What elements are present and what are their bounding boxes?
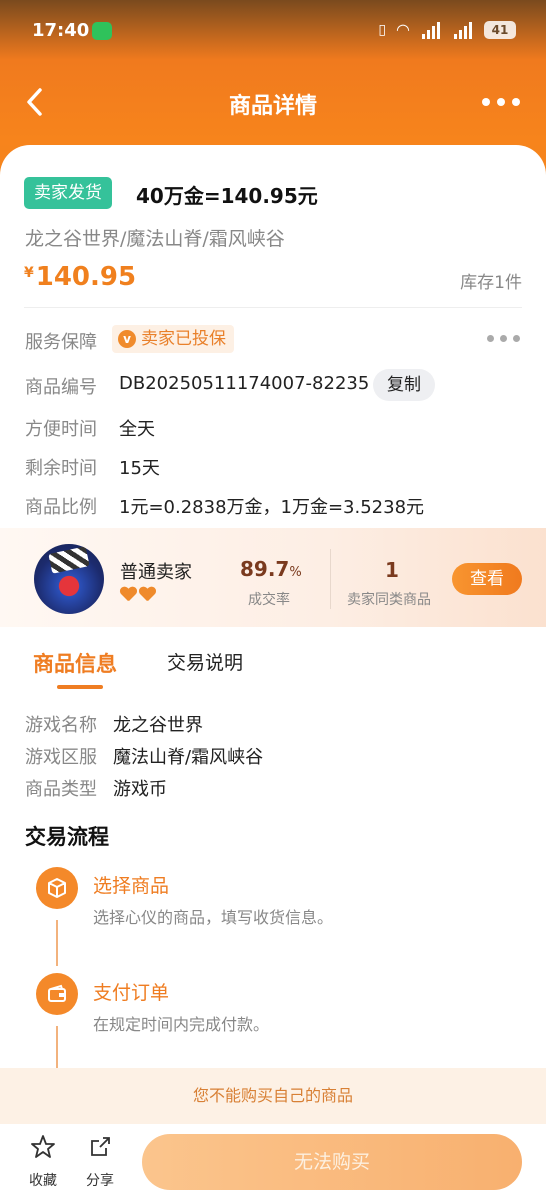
vibrate-icon: ▯ [378, 21, 387, 38]
product-type-value: 游戏币 [113, 779, 167, 800]
stock-count: 库存1件 [460, 273, 522, 293]
divider [24, 307, 522, 308]
product-title: 40万金=140.95元 [136, 184, 318, 208]
product-price: ¥140.95 [24, 262, 136, 292]
same-category-count: 1 [385, 558, 399, 582]
product-subtitle: 龙之谷世界/魔法山脊/霜风峡谷 [25, 228, 285, 250]
signal-icon-2 [452, 21, 474, 39]
price-symbol: ¥ [24, 265, 34, 281]
heart-icon [120, 587, 136, 601]
server-value: 魔法山脊/霜风峡谷 [113, 747, 264, 768]
heart-icon [139, 587, 155, 601]
check-v-icon: v [118, 330, 136, 348]
trade-flow-title: 交易流程 [25, 825, 109, 849]
convenient-time-value: 全天 [119, 419, 155, 440]
wifi-icon: ◠ [396, 20, 410, 39]
box-icon [36, 867, 78, 909]
share-label: 分享 [86, 1173, 114, 1189]
seller-name: 普通卖家 [120, 562, 192, 583]
ratio-value: 1元=0.2838万金，1万金=3.5238元 [119, 497, 425, 518]
game-name-label: 游戏名称 [25, 715, 97, 736]
game-name-value: 龙之谷世界 [113, 715, 203, 736]
step-2-desc: 在规定时间内完成付款。 [93, 1015, 270, 1034]
cannot-buy-notice: 您不能购买自己的商品 [0, 1068, 546, 1124]
star-icon [31, 1135, 55, 1158]
price-value: 140.95 [35, 262, 137, 292]
view-seller-button[interactable]: 查看 [452, 563, 522, 595]
nav-bar: 商品详情 [0, 62, 546, 144]
favorite-label: 收藏 [29, 1173, 57, 1189]
deal-rate-value: 89.7% [240, 557, 302, 581]
status-indicators: ▯ ◠ 41 [378, 20, 516, 39]
seller-level-hearts [120, 587, 155, 601]
tab-product-info[interactable]: 商品信息 [33, 648, 117, 678]
product-id-value: DB20250511174007-82235 [119, 373, 370, 394]
step-connector [56, 1026, 58, 1068]
deal-rate-label: 成交率 [248, 592, 290, 608]
step-2-title: 支付订单 [93, 982, 170, 1004]
deal-rate-number: 89.7 [240, 557, 290, 581]
insured-badge[interactable]: v 卖家已投保 [112, 325, 234, 353]
same-category-label: 卖家同类商品 [347, 592, 431, 608]
server-label: 游戏区服 [25, 747, 97, 768]
service-label: 服务保障 [25, 332, 97, 353]
buy-button-disabled[interactable]: 无法购买 [142, 1134, 522, 1190]
favorite-button[interactable]: 收藏 [20, 1134, 66, 1190]
divider [330, 549, 331, 609]
insured-text: 卖家已投保 [141, 329, 226, 349]
signal-icon-1 [420, 21, 442, 39]
page-title: 商品详情 [228, 94, 317, 119]
remaining-time-label: 剩余时间 [25, 458, 97, 479]
share-icon [91, 1137, 110, 1156]
wallet-icon [36, 973, 78, 1015]
status-bar: 17:40 ▯ ◠ 41 [0, 0, 546, 62]
share-button[interactable]: 分享 [77, 1134, 123, 1190]
step-connector [56, 920, 58, 966]
service-more-button[interactable] [487, 335, 520, 342]
tab-indicator [57, 685, 103, 689]
product-id-label: 商品编号 [25, 377, 97, 398]
convenient-time-label: 方便时间 [25, 419, 97, 440]
tab-trade-notes[interactable]: 交易说明 [167, 648, 243, 675]
more-options-button[interactable] [482, 98, 520, 106]
copy-button[interactable]: 复制 [373, 369, 435, 401]
seller-avatar[interactable] [34, 544, 104, 614]
seller-ship-tag: 卖家发货 [24, 177, 112, 209]
product-type-label: 商品类型 [25, 779, 97, 800]
battery-icon: 41 [484, 20, 516, 39]
deal-rate-unit: % [289, 565, 302, 580]
step-1-desc: 选择心仪的商品，填写收货信息。 [93, 908, 334, 927]
status-time: 17:40 [32, 20, 90, 41]
wechat-notification-icon [92, 22, 112, 40]
remaining-time-value: 15天 [119, 458, 160, 479]
step-1-title: 选择商品 [93, 875, 170, 897]
ratio-label: 商品比例 [25, 497, 97, 518]
